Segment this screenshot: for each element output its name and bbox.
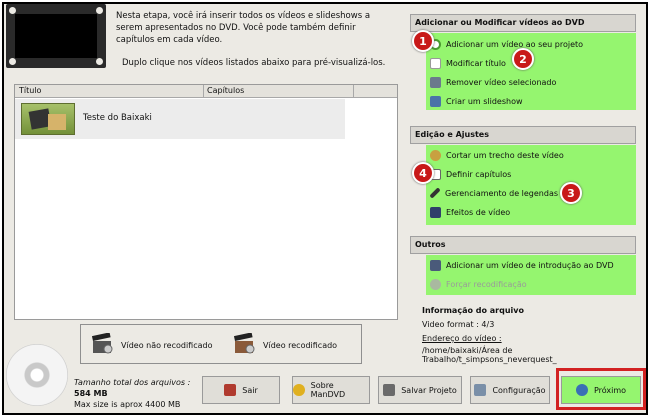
effects-icon [430,206,441,218]
max-size-text: Max size is aprox 4400 MB [74,400,181,409]
column-header-chapters[interactable]: Capítulos [207,86,244,95]
settings-icon [474,384,487,396]
intro-hint: Duplo clique nos vídeos listados abaixo … [122,58,386,68]
section-header-edit: Edição e Ajustes [410,126,636,144]
next-button-highlight [556,368,646,410]
modify-title-option[interactable]: Modificar título [430,55,506,71]
section-add-modify: Adicionar um vídeo ao seu projeto Modifi… [426,33,636,110]
section-header-add-modify: Adicionar ou Modificar vídeos ao DVD [410,14,636,32]
pen-icon [429,187,441,199]
video-title: Teste do Baixaki [83,113,152,123]
section-edit: Cortar um trecho deste vídeo Definir cap… [426,145,636,225]
create-slideshow-option[interactable]: Criar um slideshow [430,93,523,109]
recoded-video-icon [233,333,255,354]
not-recoded-video-icon [91,333,113,354]
add-video-option[interactable]: Adicionar um vídeo ao seu projeto [430,36,583,52]
exit-button[interactable]: Sair [202,376,280,404]
total-size-value: 584 MB [74,389,108,398]
callout-badge-2: 2 [512,48,534,70]
cut-video-option[interactable]: Cortar um trecho deste vídeo [430,147,564,163]
legend: Vídeo não recodificado Vídeo recodificad… [80,324,362,364]
table-header: Título Capítulos [15,85,397,98]
document-icon [430,57,441,69]
legend-recoded: Vídeo recodificado [263,341,338,350]
total-size-label: Tamanho total dos arquivos : [74,378,191,387]
add-intro-video-option[interactable]: Adicionar um vídeo de introdução ao DVD [430,257,614,273]
table-row[interactable]: Teste do Baixaki [15,99,345,139]
save-project-button[interactable]: Salvar Projeto [378,376,462,404]
video-address-label: Endereço do vídeo : [422,334,502,343]
video-thumbnail [21,103,75,135]
file-info-title: Informação do arquivo [422,306,524,315]
intro-video-icon [430,259,441,271]
section-others: Adicionar um vídeo de introdução ao DVD … [426,255,636,295]
force-recode-option[interactable]: Forçar recodificação [430,276,527,292]
column-header-title[interactable]: Título [19,86,41,95]
scissors-icon [430,149,441,161]
remove-film-icon [430,76,441,88]
exit-door-icon [224,384,237,396]
dvd-disc-icon [6,344,68,406]
config-button[interactable]: Configuração [470,376,550,404]
film-frame-icon [6,4,106,68]
about-star-icon [293,384,305,396]
section-header-others: Outros [410,236,636,254]
video-list[interactable]: Título Capítulos Teste do Baixaki [14,84,398,320]
video-address: /home/baixaki/Área de Trabalho/t_simpson… [422,346,557,364]
define-chapters-option[interactable]: Definir capítulos [430,166,511,182]
remove-video-option[interactable]: Remover vídeo selecionado [430,74,556,90]
callout-badge-4: 4 [412,162,434,184]
video-effects-option[interactable]: Efeitos de vídeo [430,204,510,220]
intro-text: Nesta etapa, você irá inserir todos os v… [116,11,371,45]
about-button[interactable]: Sobre ManDVD [292,376,370,404]
callout-badge-1: 1 [412,30,434,52]
callout-badge-3: 3 [560,182,582,204]
save-icon [383,384,396,396]
slideshow-icon [430,95,441,107]
gears-icon [430,278,441,290]
video-format: Video format : 4/3 [422,320,495,329]
subtitles-option[interactable]: Gerenciamento de legendas [429,185,558,201]
legend-not-recoded: Vídeo não recodificado [121,341,213,350]
